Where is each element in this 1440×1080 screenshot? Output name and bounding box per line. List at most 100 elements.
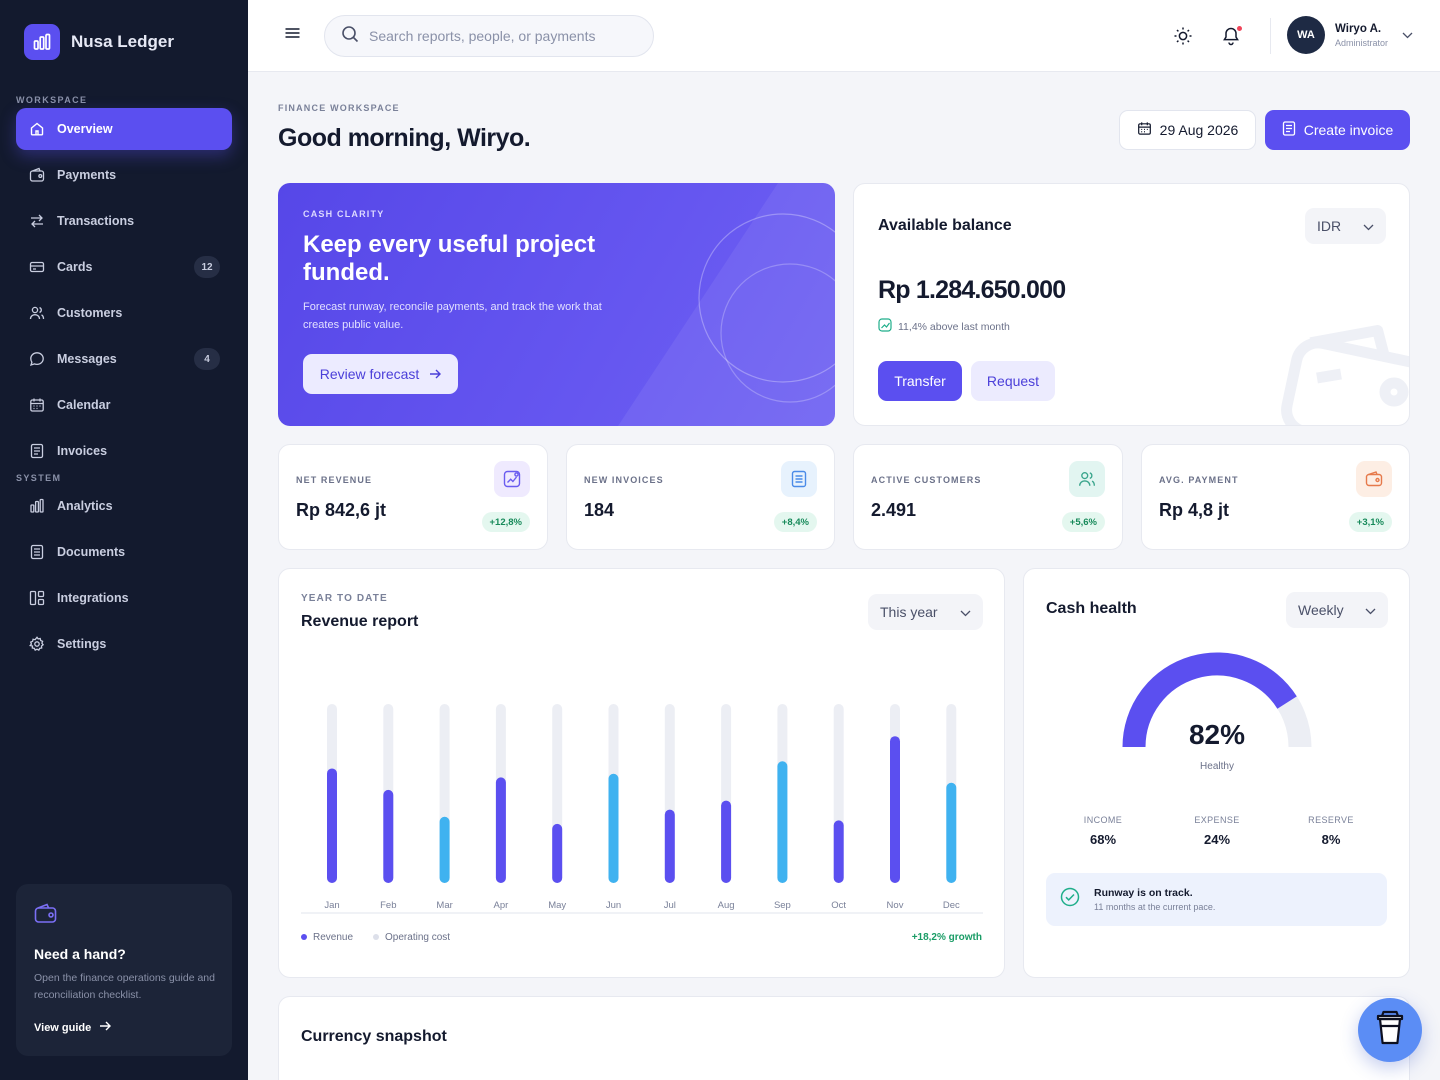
date-label: 29 Aug 2026 [1159,122,1239,138]
search-input[interactable] [369,28,629,44]
sidebar-item-label: Transactions [57,214,135,228]
user-role: Administrator [1335,37,1389,48]
metric-value: 68% [1089,832,1117,847]
arrow-right-icon [429,366,442,382]
brand[interactable]: Nusa Ledger [24,24,174,60]
growth-label: +18,2% growth [911,932,982,943]
transfer-button[interactable]: Transfer [878,361,962,401]
view-guide-label: View guide [34,1021,92,1034]
stat-value: Rp 842,6 jt [296,500,387,520]
create-invoice-button[interactable]: Create invoice [1265,110,1410,150]
runway-title: Runway is on track. [1094,887,1193,899]
search-bar[interactable] [324,15,654,57]
revenue-bar[interactable] [721,800,732,883]
sidebar-item-transactions[interactable]: Transactions [16,200,232,242]
divider [1270,18,1271,54]
wallet-icon [1356,461,1392,497]
review-forecast-button[interactable]: Review forecast [303,354,458,394]
stat-value: 184 [584,500,615,520]
sidebar-item-integrations[interactable]: Integrations [16,577,232,619]
runway-text: Runway is on track. 11 months at the cur… [1094,887,1215,912]
legend-item-revenue: Revenue [301,932,353,943]
wallet-icon [28,167,45,184]
menu-icon[interactable] [284,26,301,45]
wallet-watermark-icon [1281,324,1409,425]
sidebar-item-settings[interactable]: Settings [16,623,232,665]
receipt-icon [28,443,45,460]
metric-reserve: RESERVE 8% [1281,815,1381,847]
stat-value: 2.491 [871,500,917,520]
currency-value: IDR [1317,218,1342,234]
revenue-bar[interactable] [439,816,450,883]
system-label: SYSTEM [16,473,62,483]
avatar: WA [1287,16,1325,54]
coffee-cup-button[interactable] [1358,998,1422,1062]
revenue-bar[interactable] [608,773,619,883]
legend-label: Operating cost [385,932,451,943]
revenue-bar[interactable] [495,777,506,883]
balance-amount: Rp 1.284.650.000 [878,276,1066,304]
revenue-bar[interactable] [777,761,788,883]
x-tick-label: Mar [436,900,452,911]
health-score: 82% [1188,719,1246,750]
sidebar-item-calendar[interactable]: Calendar [16,384,232,426]
document-icon [28,544,45,561]
card-icon [28,259,45,276]
runway-status: Runway is on track. 11 months at the cur… [1046,873,1387,926]
sidebar-item-label: Analytics [57,499,113,513]
metric-label: RESERVE [1308,815,1354,825]
legend-label: Revenue [313,932,354,943]
bell-icon[interactable] [1221,25,1243,51]
search-icon [341,25,359,48]
page-title: Good morning, Wiryo. [278,124,531,152]
review-forecast-label: Review forecast [319,366,420,382]
chevron-down-icon [1402,26,1413,44]
sidebar-item-payments[interactable]: Payments [16,154,232,196]
sidebar-item-analytics[interactable]: Analytics [16,485,232,527]
sidebar-item-label: Payments [57,168,117,182]
stat-label: NET REVENUE [296,475,373,485]
calendar-icon [28,397,45,414]
wallet-icon [34,903,58,930]
sidebar-item-documents[interactable]: Documents [16,531,232,573]
check-circle-icon [1060,887,1080,912]
sidebar-item-cards[interactable]: Cards 12 [16,246,232,288]
metric-value: 24% [1203,832,1231,847]
grid-icon [28,590,45,607]
sidebar-item-messages[interactable]: Messages 4 [16,338,232,380]
revenue-bar[interactable] [946,782,957,883]
stat-label: NEW INVOICES [584,475,664,485]
stat-change-badge: +12,8% [481,512,530,532]
currency-select[interactable]: IDR [1305,208,1386,244]
hero-eyebrow: CASH CLARITY [303,209,385,219]
revenue-bar[interactable] [383,789,394,883]
sidebar-item-customers[interactable]: Customers [16,292,232,334]
view-guide-link[interactable]: View guide [34,1021,112,1034]
user-meta: Wiryo A. Administrator [1335,23,1388,48]
sidebar-item-label: Integrations [57,591,129,605]
revenue-bar[interactable] [327,768,337,883]
stat-card-new-invoices: NEW INVOICES 184 +8,4% [566,444,835,550]
user-menu[interactable]: WA Wiryo A. Administrator [1287,16,1413,54]
brand-name: Nusa Ledger [71,32,174,51]
sun-icon[interactable] [1173,26,1193,51]
revenue-bar[interactable] [552,823,563,883]
sidebar-item-overview[interactable]: Overview [16,108,232,150]
request-button[interactable]: Request [971,361,1055,401]
invoice-icon [1282,121,1296,139]
date-picker-button[interactable]: 29 Aug 2026 [1119,110,1256,150]
cards-count-badge: 12 [194,256,220,278]
stat-card-avg-payment: AVG. PAYMENT Rp 4,8 jt +3,1% [1141,444,1410,550]
help-card: Need a hand? Open the finance operations… [16,884,232,1056]
x-tick-label: Apr [494,900,509,911]
sidebar-item-invoices[interactable]: Invoices [16,430,232,472]
revenue-bar[interactable] [890,736,900,883]
revenue-bar[interactable] [833,820,844,883]
revenue-bar[interactable] [664,809,675,883]
hero-card: CASH CLARITY Keep every useful project f… [278,183,835,426]
coffee-cup-icon [1375,1010,1405,1051]
sidebar-item-label: Documents [57,545,126,559]
sidebar-item-label: Messages [57,352,117,366]
revenue-bar-chart: Jan Feb Mar Apr May Jun Jul Aug Sep Oct Nov Dec [301,704,983,914]
messages-count-badge: 4 [194,348,220,370]
